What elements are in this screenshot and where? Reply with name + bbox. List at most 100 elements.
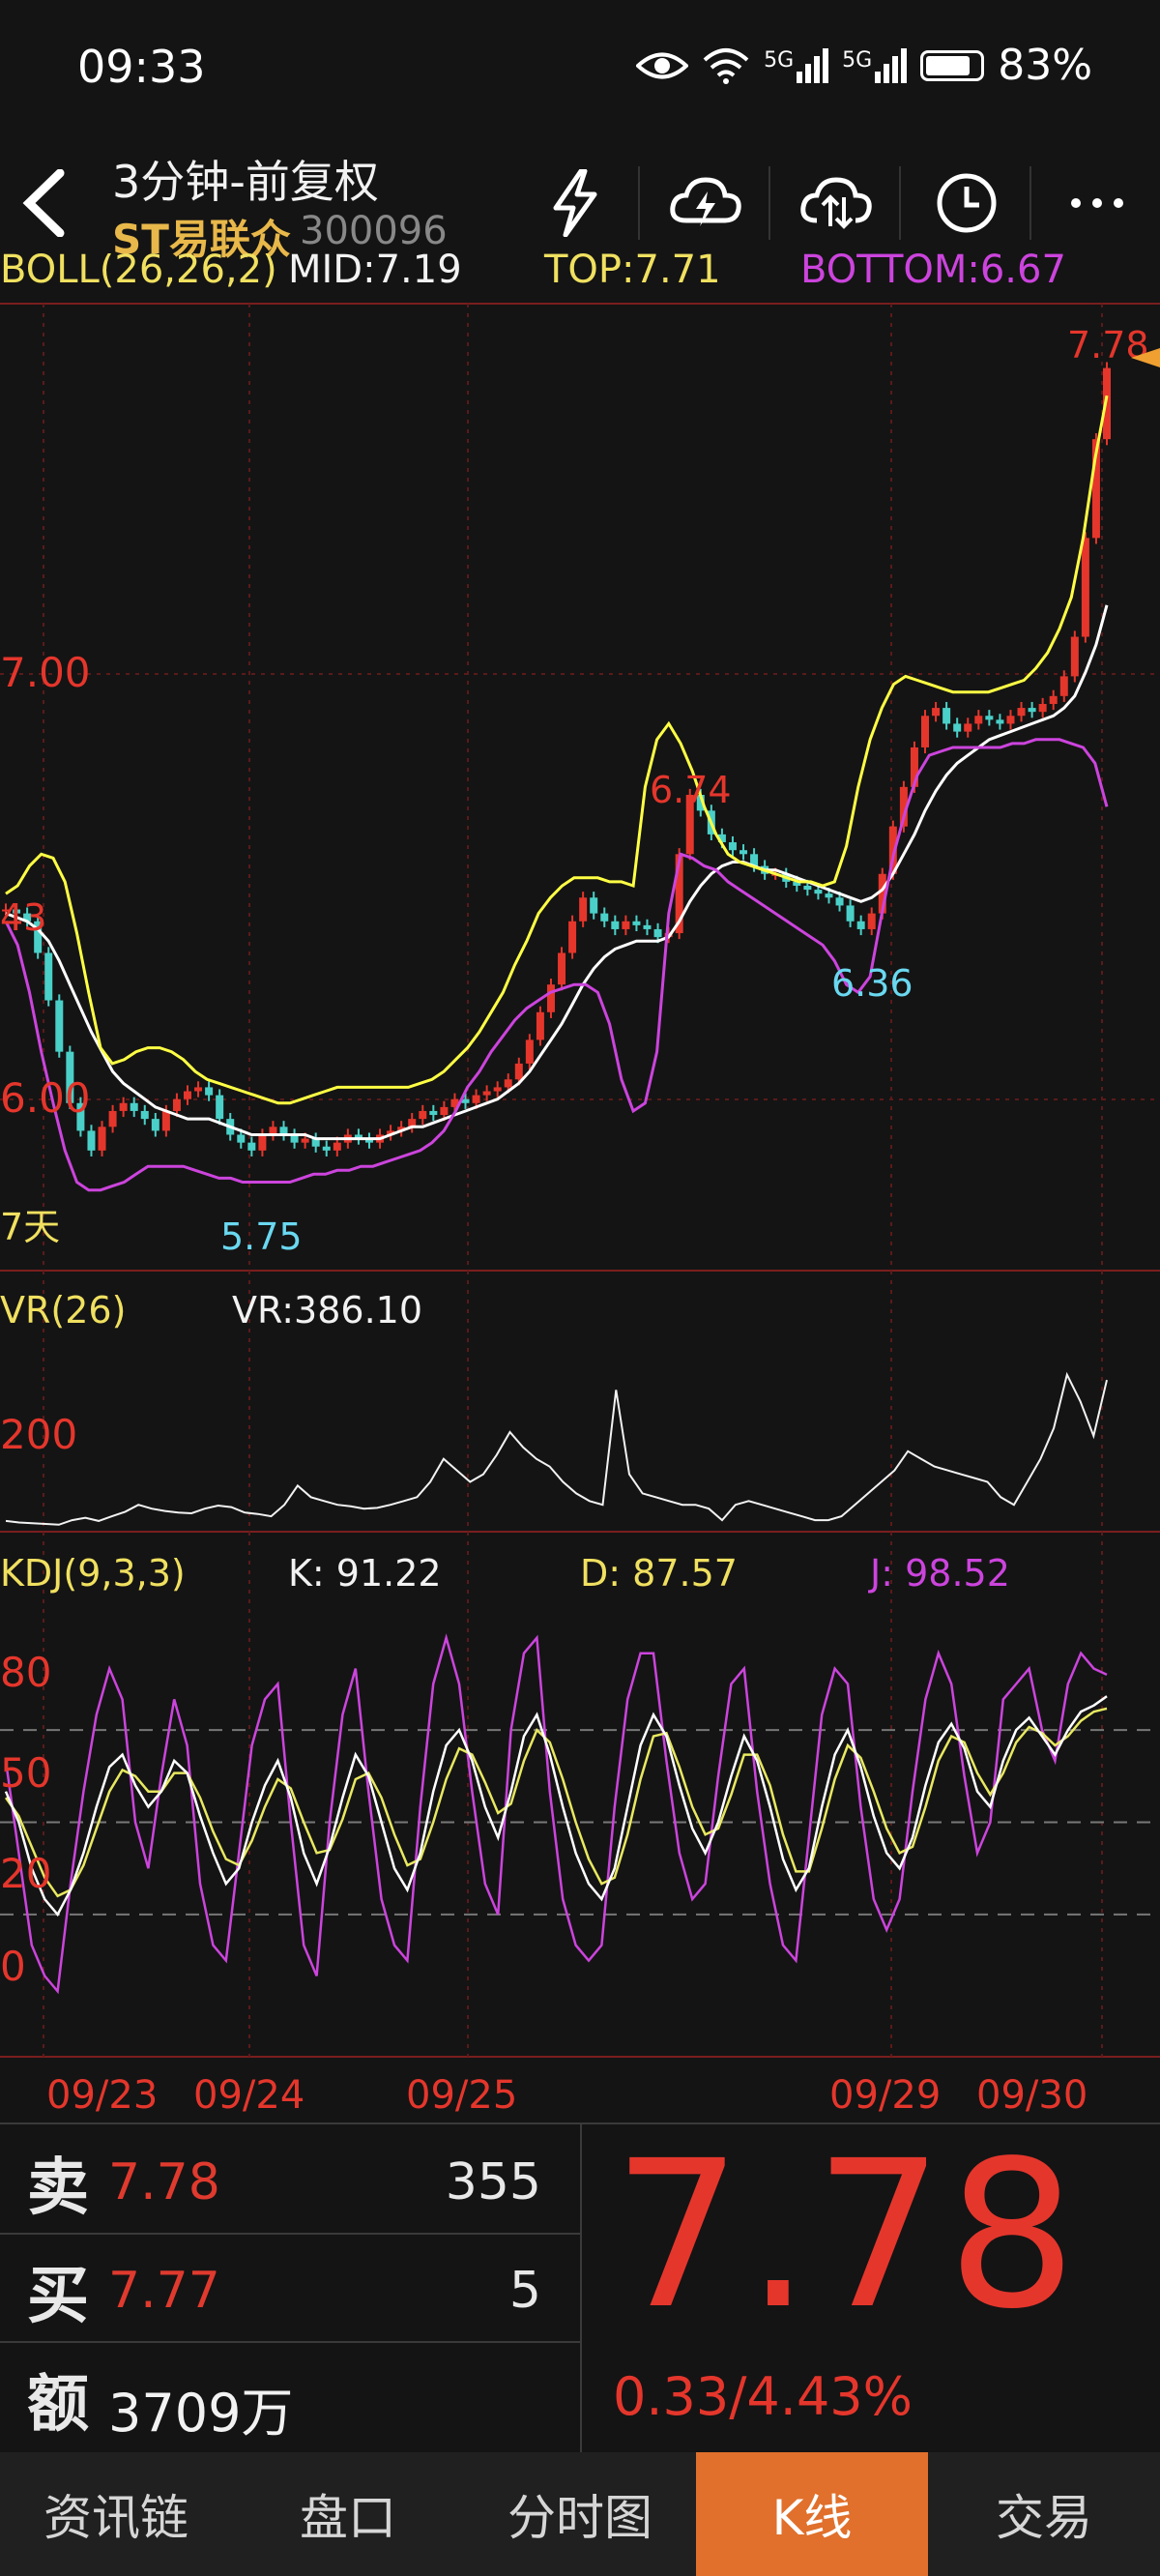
history-button[interactable] <box>909 145 1025 261</box>
battery-percent: 83% <box>998 41 1092 90</box>
candle-body <box>237 1134 246 1143</box>
low-annotation: 5.75 <box>220 1215 303 1258</box>
panel-borders <box>0 303 1160 2058</box>
candle-body <box>258 1134 267 1151</box>
chevron-left-icon <box>22 169 65 237</box>
cloud-sync-icon <box>800 177 872 229</box>
header-bar: 3分钟-前复权 ST易联众 300096 <box>0 145 1160 263</box>
signal-2-icon: 5G <box>842 47 908 83</box>
candle-body <box>867 913 876 929</box>
candle-body <box>1081 538 1089 637</box>
candle-body <box>974 716 983 724</box>
boll-mid-line <box>5 604 1109 1141</box>
date-label: 09/25 <box>406 2073 517 2118</box>
more-icon <box>1071 198 1123 208</box>
candle-body <box>643 924 652 929</box>
kdj-name: KDJ(9,3,3) <box>0 1552 186 1595</box>
kdj-tick-50: 50 <box>0 1749 51 1797</box>
amount-label: 额 <box>27 2368 89 2441</box>
candle-body <box>546 984 555 1012</box>
status-bar: 09:33 5G 5G 83% <box>0 0 1160 145</box>
kdj-tick-80: 80 <box>0 1649 51 1696</box>
candle-body <box>825 893 833 898</box>
candle-body <box>119 1102 128 1111</box>
network-type-2: 5G <box>842 47 873 73</box>
candle-body <box>1006 716 1015 724</box>
candle-body <box>419 1110 427 1120</box>
candle-body <box>55 1000 64 1052</box>
back-button[interactable] <box>19 155 97 251</box>
candle-body <box>140 1110 149 1120</box>
battery-icon <box>920 49 985 81</box>
high-annotation: 7.78 <box>1067 324 1149 366</box>
sell-row[interactable]: 卖 7.78 355 <box>0 2124 580 2235</box>
candle-body <box>932 708 941 717</box>
signal-1-icon: 5G <box>764 47 829 83</box>
boll-legend: BOLL(26,26,2) MID:7.19 TOP:7.71 BOTTOM:6… <box>0 253 1066 292</box>
candle-body <box>440 1106 449 1116</box>
candle-body <box>1028 708 1036 713</box>
dip-annotation: 6.36 <box>831 962 914 1005</box>
candle-body <box>161 1110 170 1131</box>
candle-body <box>1038 704 1047 713</box>
status-icons: 5G 5G 83% <box>636 41 1092 90</box>
candle-body <box>536 1011 544 1040</box>
cloud-sync-button[interactable] <box>778 145 894 261</box>
tab-kline[interactable]: K线 <box>696 2452 928 2576</box>
candle-body <box>835 897 844 906</box>
divider <box>899 166 901 240</box>
candle-body <box>590 897 598 914</box>
sell-volume: 355 <box>445 2153 541 2211</box>
candle-body <box>472 1095 480 1103</box>
boll-bottom-line <box>4 738 1109 1192</box>
tab-news-chain[interactable]: 资讯链 <box>0 2452 232 2576</box>
candle-body <box>740 850 748 855</box>
page-title: 3分钟-前复权 <box>112 156 379 208</box>
status-time: 09:33 <box>77 41 206 93</box>
vr-panel <box>5 1371 1108 1526</box>
candle-body <box>803 886 812 891</box>
kline-chart[interactable]: BOLL(26,26,2) MID:7.19 TOP:7.71 BOTTOM:6… <box>0 253 1160 2120</box>
date-label: 09/29 <box>829 2073 941 2118</box>
candle-body <box>44 952 53 1001</box>
buy-row[interactable]: 买 7.77 5 <box>0 2233 580 2343</box>
boll-bottom: BOTTOM:6.67 <box>800 253 1066 292</box>
kdj-k: K: 91.22 <box>288 1552 442 1595</box>
buy-price: 7.77 <box>108 2262 220 2320</box>
kdj-tick-0: 0 <box>0 1943 26 1990</box>
wifi-icon <box>703 47 749 84</box>
tab-trade[interactable]: 交易 <box>928 2452 1160 2576</box>
candle-body <box>611 921 620 929</box>
vr-legend: VR(26) VR:386.10 200 <box>0 1289 422 1458</box>
divider <box>638 166 640 240</box>
cloud-lightning-button[interactable] <box>648 145 764 261</box>
candle-body <box>1070 636 1079 677</box>
tab-order-book[interactable]: 盘口 <box>232 2452 464 2576</box>
candle-body <box>333 1142 341 1151</box>
candle-body <box>493 1087 502 1092</box>
buy-volume: 5 <box>508 2262 541 2320</box>
kdj-k-line <box>4 1695 1108 1917</box>
more-button[interactable] <box>1039 145 1155 261</box>
main-annotations: 7.00 6.00 7.78 6.74 6.36 5.75 43 7天 <box>0 324 1160 1258</box>
candle-body <box>87 1130 96 1151</box>
vr-value: VR:386.10 <box>232 1289 422 1332</box>
clock-icon <box>937 173 997 233</box>
kdj-j-line <box>4 1633 1108 1995</box>
kdj-panel <box>0 1633 1160 1995</box>
candle-body <box>216 1095 224 1120</box>
tab-intraday[interactable]: 分时图 <box>464 2452 696 2576</box>
boll-top: TOP:7.71 <box>543 253 721 292</box>
tick-price-7: 7.00 <box>0 649 91 696</box>
candle-body <box>579 897 588 922</box>
lightning-button[interactable] <box>517 145 633 261</box>
network-type-1: 5G <box>764 47 795 73</box>
candle-body <box>622 921 630 929</box>
boll-mid: MID:7.19 <box>288 253 462 292</box>
candle-body <box>996 719 1004 724</box>
kdj-tick-20: 20 <box>0 1850 51 1897</box>
candle-body <box>814 890 823 894</box>
kdj-legend: KDJ(9,3,3) K: 91.22 D: 87.57 J: 98.52 <box>0 1552 1010 1595</box>
sell-price: 7.78 <box>108 2153 220 2211</box>
edge-annotation: 43 <box>0 896 46 939</box>
